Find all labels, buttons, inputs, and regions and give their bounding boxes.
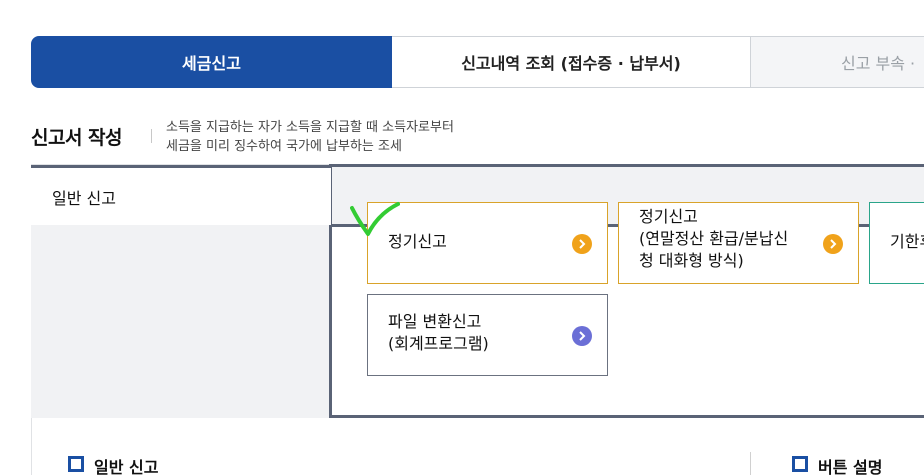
option-label-line-3: 청 대화형 방식) [639,251,744,270]
option-label-line-1: 정기신고 [639,207,698,226]
tab-label: 신고 부속 · [841,54,916,73]
option-label: 파일 변환신고 (회계프로그램) [388,311,489,355]
bottom-section [31,418,924,475]
arrow-right-icon [572,326,592,346]
option-late-filing[interactable]: 기한후 [869,202,924,284]
tab-label: 신고내역 조회 (접수증 · 납부서) [461,54,681,73]
bottom-divider [750,452,751,475]
description-line-2: 세금을 미리 징수하여 국가에 납부하는 조세 [166,139,402,154]
tab-filing-history[interactable]: 신고내역 조회 (접수증 · 납부서) [392,36,751,88]
option-label-line-2: (연말정산 환급/분납신 [639,229,789,248]
option-label: 정기신고 (연말정산 환급/분납신 청 대화형 방식) [639,206,788,272]
title-divider [151,129,152,143]
checkmark-icon [350,202,400,236]
tab-tax-filing[interactable]: 세금신고 [31,36,392,88]
option-label-line-2: (회계프로그램) [388,334,489,353]
button-description-heading: 버튼 설명 [818,458,883,475]
square-bullet-icon [792,456,808,472]
tab-filing-attachments[interactable]: 신고 부속 · [751,36,924,88]
option-regular-filing-year-end[interactable]: 정기신고 (연말정산 환급/분납신 청 대화형 방식) [618,202,859,284]
panel-border-top [329,164,924,167]
top-tabs: 세금신고 신고내역 조회 (접수증 · 납부서) 신고 부속 · [31,36,924,88]
arrow-right-icon [823,234,843,254]
general-filing-tab-label: 일반 신고 [52,189,116,208]
option-label: 기한후 [890,232,924,251]
section-description: 소득을 지급하는 자가 소득을 지급할 때 소득자로부터 세금을 미리 징수하여… [166,118,454,156]
square-bullet-icon [68,456,84,472]
description-line-1: 소득을 지급하는 자가 소득을 지급할 때 소득자로부터 [166,120,454,135]
option-file-conversion-filing[interactable]: 파일 변환신고 (회계프로그램) [367,294,608,376]
tab-label: 세금신고 [182,54,241,73]
option-regular-filing[interactable]: 정기신고 [367,202,608,284]
arrow-right-icon [572,234,592,254]
option-label-line-1: 파일 변환신고 [388,312,482,331]
general-filing-heading: 일반 신고 [94,458,159,475]
page-title: 신고서 작성 [31,127,123,149]
